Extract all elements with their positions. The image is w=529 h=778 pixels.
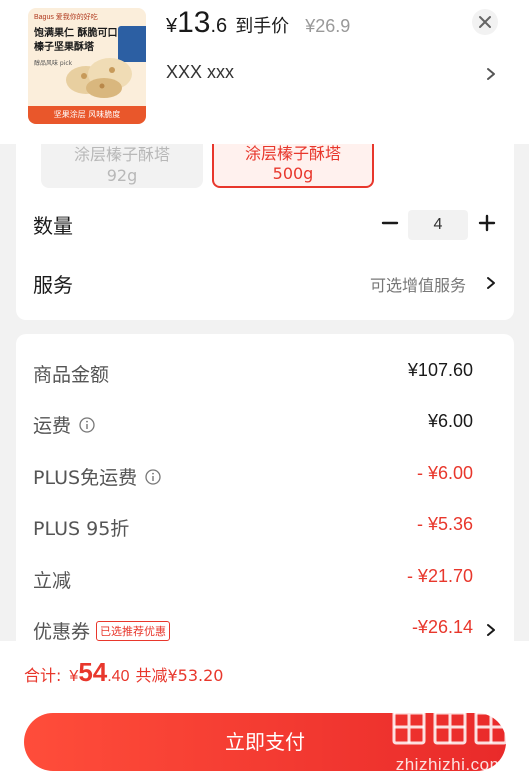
row-label: PLUS免运费 xyxy=(33,467,138,489)
close-icon[interactable] xyxy=(471,8,499,36)
price-row-plus-shipping: PLUS免运费 - ¥6.00 xyxy=(16,455,514,495)
original-price: ¥26.9 xyxy=(305,16,351,36)
info-icon[interactable] xyxy=(79,417,95,433)
price-row-goods: 商品金额 ¥107.60 xyxy=(16,352,514,392)
row-value: - ¥21.70 xyxy=(406,566,473,586)
price-row-plus-discount: PLUS 95折 - ¥5.36 xyxy=(16,506,514,546)
option-name: 涂层榛子酥塔 xyxy=(244,144,341,163)
payment-bar: 合计: ¥ 54 .40 共减¥53.20 立即支付 zhizhizhi.com xyxy=(0,641,529,778)
row-label-wrap: PLUS免运费 xyxy=(33,463,161,490)
saved-amount: 共减¥53.20 xyxy=(135,666,224,685)
price-decimal: .6 xyxy=(210,15,228,37)
quantity-label: 数量 xyxy=(33,214,73,238)
options-card: 涂层榛子酥塔 92g 涂层榛子酥塔 500g 数量 4 服务 可选增值服务 xyxy=(16,144,514,320)
row-label: 商品金额 xyxy=(33,364,110,386)
coupon-badge: 已选推荐优惠 xyxy=(96,621,171,641)
service-value[interactable]: 可选增值服务 xyxy=(370,272,466,296)
option-weight: 500g xyxy=(272,164,314,183)
pay-now-button[interactable]: 立即支付 xyxy=(24,713,506,771)
thumb-headline: 饱满果仁 酥脆可口 xyxy=(34,28,118,39)
option-weight: 92g xyxy=(106,166,138,185)
price-integer: 13 xyxy=(177,6,211,39)
product-price: ¥ 13 .6 到手价 ¥26.9 xyxy=(166,6,350,42)
row-value: - ¥5.36 xyxy=(416,514,473,534)
row-value: - ¥6.00 xyxy=(416,463,473,483)
thumb-bottom-strip: 坚果涂层 风味脆度 xyxy=(28,106,146,124)
option-92g[interactable]: 涂层榛子酥塔 92g xyxy=(41,144,203,188)
total-label: 合计: xyxy=(24,666,62,685)
chevron-right-icon[interactable] xyxy=(485,621,497,639)
row-value: -¥26.14 xyxy=(411,617,473,637)
thumb-subtitle: 榛子坚果酥塔 xyxy=(34,42,94,53)
chevron-right-icon[interactable] xyxy=(484,64,498,84)
price-details-card: 商品金额 ¥107.60 运费 ¥6.00 PLUS免运费 - ¥6.00 PL… xyxy=(16,334,514,654)
total-summary: 合计: ¥ 54 .40 共减¥53.20 xyxy=(24,657,223,693)
plus-icon[interactable] xyxy=(476,212,498,234)
thumb-brand: Bagus 爱我你的好吃 xyxy=(34,14,98,21)
service-label: 服务 xyxy=(33,273,73,297)
row-value: ¥6.00 xyxy=(427,411,473,431)
chevron-right-icon[interactable] xyxy=(485,274,497,292)
option-500g[interactable]: 涂层榛子酥塔 500g xyxy=(212,144,374,188)
row-label-wrap: 优惠券 已选推荐优惠 xyxy=(33,617,171,644)
total-symbol: ¥ xyxy=(69,668,79,685)
price-tag: 到手价 xyxy=(235,16,290,37)
price-symbol: ¥ xyxy=(166,15,178,37)
price-row-instant-discount: 立减 - ¥21.70 xyxy=(16,558,514,598)
row-value: ¥107.60 xyxy=(407,360,473,380)
row-label: 立减 xyxy=(33,570,72,592)
row-label: 运费 xyxy=(33,415,72,437)
product-header: Bagus 爱我你的好吃 饱满果仁 酥脆可口 榛子坚果酥塔 醇品风味 pick … xyxy=(0,0,529,144)
price-row-shipping: 运费 ¥6.00 xyxy=(16,403,514,443)
total-integer: 54 xyxy=(78,657,108,687)
product-thumbnail: Bagus 爱我你的好吃 饱满果仁 酥脆可口 榛子坚果酥塔 醇品风味 pick … xyxy=(28,8,146,124)
selected-spec[interactable]: XXX xxx xyxy=(166,62,234,83)
cookie-image xyxy=(66,58,132,98)
option-name: 涂层榛子酥塔 xyxy=(73,145,170,164)
quantity-input[interactable]: 4 xyxy=(408,210,468,240)
minus-icon[interactable] xyxy=(379,212,401,234)
total-decimal: .40 xyxy=(107,668,130,685)
row-label-wrap: 运费 xyxy=(33,411,95,438)
row-label: PLUS 95折 xyxy=(33,518,130,540)
info-icon[interactable] xyxy=(145,469,161,485)
row-label: 优惠券 xyxy=(33,621,91,643)
